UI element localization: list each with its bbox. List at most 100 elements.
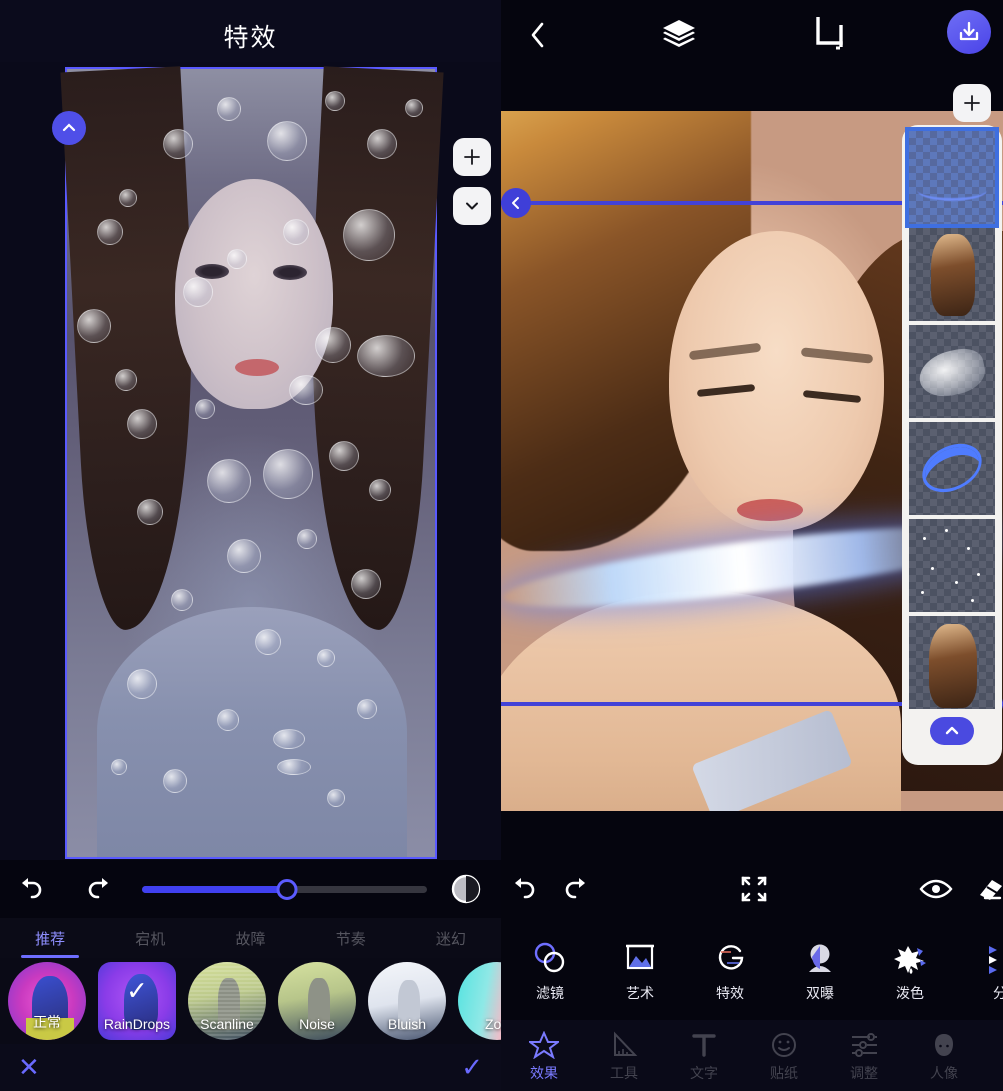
raindrop-bubble: [115, 369, 137, 391]
layer-thumbnail-wing[interactable]: [909, 325, 995, 418]
left-canvas[interactable]: [0, 62, 501, 860]
effect-item-bluish[interactable]: Bluish: [366, 960, 448, 1042]
tool-double-exposure[interactable]: 双曝: [789, 937, 851, 1003]
raindrop-bubble: [329, 441, 359, 471]
tab-glitch-crash[interactable]: 宕机: [100, 928, 200, 958]
nav-label: 截: [995, 1063, 1003, 1083]
confirm-button[interactable]: ✓: [461, 1052, 483, 1083]
right-header: [501, 0, 1003, 70]
tab-recommended[interactable]: 推荐: [0, 928, 100, 958]
nav-text[interactable]: 文字: [675, 1028, 733, 1083]
add-layer-button[interactable]: [453, 138, 491, 176]
compare-contrast-icon[interactable]: [443, 866, 489, 912]
portrait-preview: [929, 624, 977, 708]
torso: [97, 607, 407, 857]
raindrop-bubble: [207, 459, 251, 503]
right-editor-panel: 滤镜 艺术 特效 双曝 泼色 分 效果 工具 文字 贴纸 调整 人像: [501, 0, 1003, 1091]
crop-icon[interactable]: [809, 16, 845, 54]
nav-crop[interactable]: 截: [995, 1028, 1003, 1083]
layers-icon[interactable]: [661, 17, 697, 53]
slider-fill: [142, 885, 288, 893]
nav-label: 人像: [930, 1065, 958, 1081]
eye-icon[interactable]: [919, 866, 953, 912]
layer-thumbnail-sparkle[interactable]: [909, 519, 995, 612]
tab-rhythm[interactable]: 节奏: [301, 928, 401, 958]
portrait-preview: [931, 234, 975, 316]
raindrop-bubble: [227, 249, 247, 269]
effect-label: Zoo: [484, 1016, 501, 1032]
effect-category-tabs: 推荐 宕机 故障 节奏 迷幻: [0, 918, 501, 958]
effect-label: Noise: [299, 1016, 335, 1032]
raindrop-bubble: [127, 669, 157, 699]
tool-label: 双曝: [806, 985, 834, 1001]
left-editor-panel: 特效 推荐 宕机 故障 节奏 迷幻 正常 ✓ RainDrops Scanlin…: [0, 0, 501, 1091]
raindrop-bubble: [369, 479, 391, 501]
tab-psychedelic[interactable]: 迷幻: [401, 928, 501, 958]
tool-splash-color[interactable]: 泼色: [879, 937, 941, 1003]
layer-thumbnail-neon-curve[interactable]: [905, 127, 999, 228]
back-icon[interactable]: [521, 18, 555, 52]
fullscreen-icon[interactable]: [739, 866, 769, 912]
effect-item-noise[interactable]: Noise: [276, 960, 358, 1042]
cancel-button[interactable]: ✕: [18, 1052, 40, 1083]
layers-collapse-button[interactable]: [930, 717, 974, 745]
undo-icon[interactable]: [10, 866, 56, 912]
raindrop-bubble: [343, 209, 395, 261]
effect-label: Scanline: [200, 1016, 254, 1032]
tab-fault[interactable]: 故障: [200, 928, 300, 958]
nav-adjust[interactable]: 调整: [835, 1028, 893, 1083]
eraser-icon[interactable]: [975, 866, 1003, 912]
tool-effects[interactable]: 特效: [699, 937, 761, 1003]
lips: [235, 359, 279, 376]
undo-icon[interactable]: [511, 866, 541, 912]
layer-thumbnail-portrait-2[interactable]: [909, 616, 995, 709]
raindrop-bubble: [111, 759, 127, 775]
add-layer-button[interactable]: [953, 84, 991, 122]
tool-label: 分: [993, 985, 1003, 1001]
wing-preview: [915, 344, 989, 402]
tool-art[interactable]: 艺术: [609, 937, 671, 1003]
nav-label: 效果: [530, 1065, 558, 1081]
nav-portrait[interactable]: 人像: [915, 1028, 973, 1083]
selection-handle-top-left[interactable]: [52, 111, 86, 145]
layer-thumbnail-spiral[interactable]: [909, 422, 995, 515]
raindrop-bubble: [317, 649, 335, 667]
raindrop-bubble: [325, 91, 345, 111]
raindrop-bubble: [297, 529, 317, 549]
raindrop-bubble: [217, 97, 241, 121]
raindrop-bubble: [357, 335, 415, 377]
tool-split[interactable]: 分: [969, 937, 1003, 1003]
slider-thumb[interactable]: [276, 878, 298, 900]
effect-item-normal[interactable]: 正常: [6, 960, 88, 1042]
intensity-slider[interactable]: [142, 878, 427, 900]
bottom-nav[interactable]: 效果 工具 文字 贴纸 调整 人像: [501, 1020, 1003, 1091]
raindrop-bubble: [357, 699, 377, 719]
selection-handle-left[interactable]: [501, 188, 531, 218]
redo-icon[interactable]: [74, 866, 120, 912]
save-button[interactable]: [947, 10, 991, 54]
layers-panel[interactable]: [902, 125, 1002, 765]
effect-thumbnail-list[interactable]: 正常 ✓ RainDrops Scanline Noise Bluish Zo: [0, 958, 501, 1044]
effect-selected-check: ✓: [126, 975, 148, 1006]
crop-icon: [995, 1028, 1003, 1062]
app-root: 特效 推荐 宕机 故障 节奏 迷幻 正常 ✓ RainDrops Scanlin…: [0, 0, 1003, 1091]
adjust-icon: [835, 1028, 893, 1062]
layer-thumbnail-portrait-1[interactable]: [909, 228, 995, 321]
effect-item-scanline[interactable]: Scanline: [186, 960, 268, 1042]
effect-item-zoom[interactable]: Zoo: [456, 960, 501, 1042]
right-canvas[interactable]: [501, 70, 1003, 860]
left-header: 特效: [0, 0, 501, 62]
left-photo-selection[interactable]: [60, 66, 444, 859]
tool-filter[interactable]: 滤镜: [519, 937, 581, 1003]
nav-tools[interactable]: 工具: [595, 1028, 653, 1083]
tools-row[interactable]: 滤镜 艺术 特效 双曝 泼色 分: [501, 925, 1003, 1015]
effect-label: Bluish: [387, 1016, 427, 1032]
effect-item-raindrops[interactable]: ✓ RainDrops: [96, 960, 178, 1042]
chevron-down-button[interactable]: [453, 187, 491, 225]
raindrop-bubble: [163, 769, 187, 793]
filter-icon: [519, 937, 581, 979]
raindrop-bubble: [315, 327, 351, 363]
redo-icon[interactable]: [559, 866, 589, 912]
nav-sticker[interactable]: 贴纸: [755, 1028, 813, 1083]
nav-effects[interactable]: 效果: [515, 1028, 573, 1083]
